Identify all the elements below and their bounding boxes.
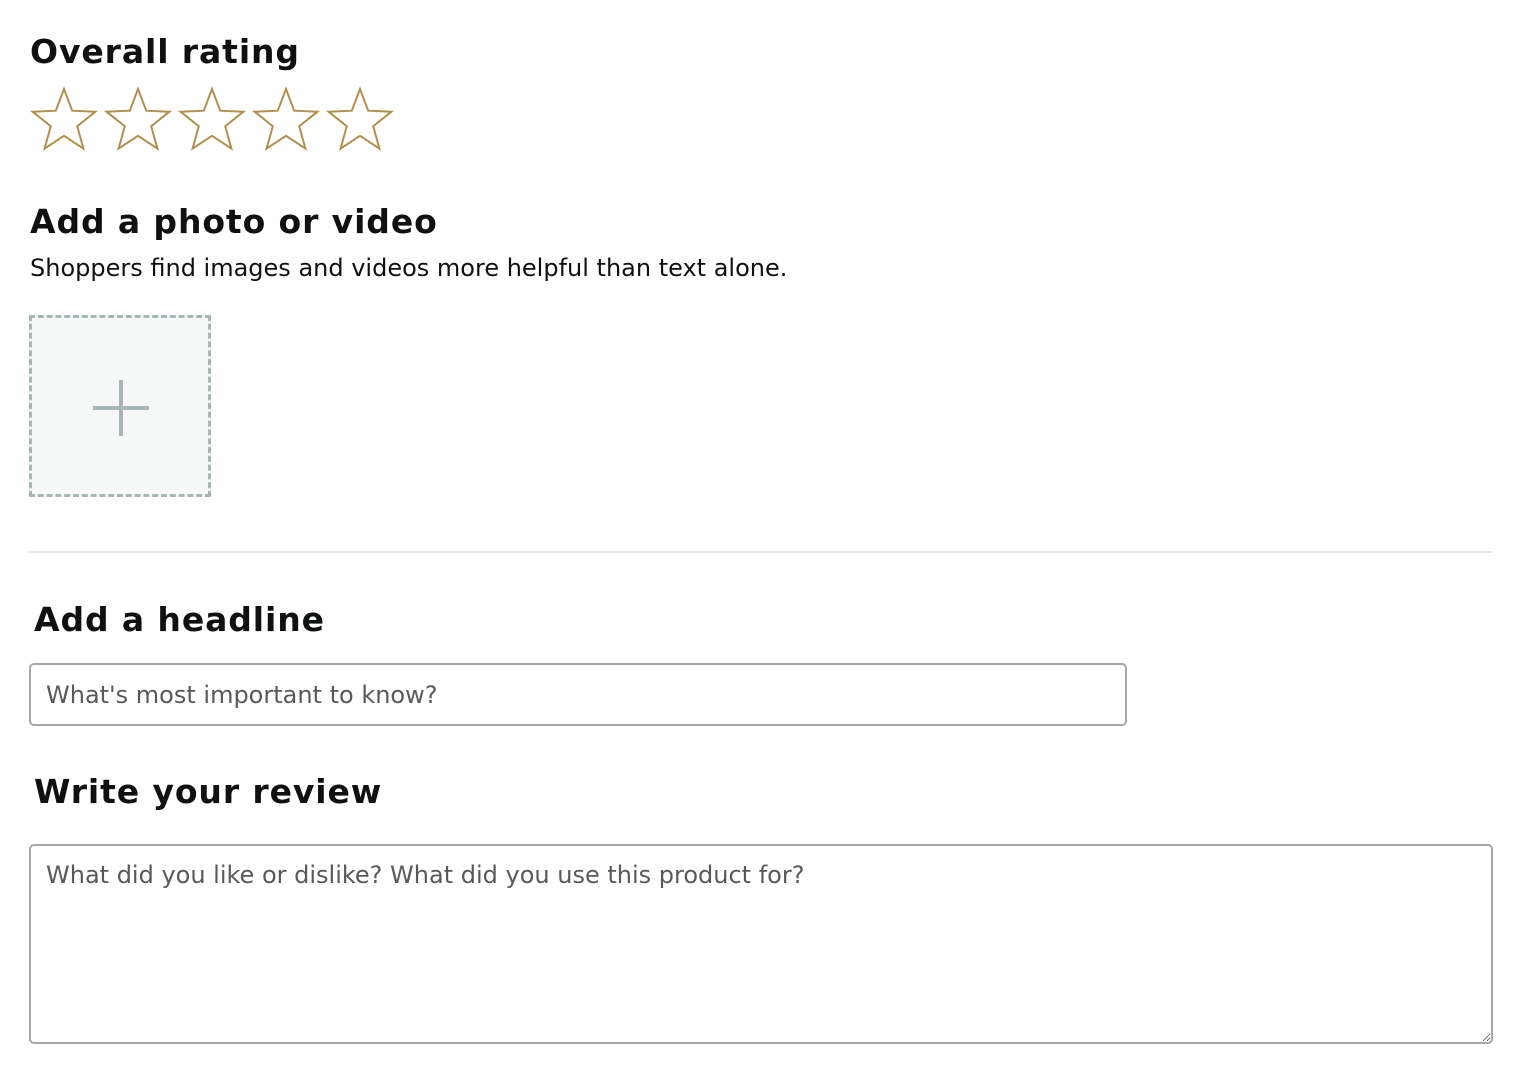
star-rating[interactable] [29,86,399,154]
section-divider [29,551,1493,553]
headline-heading: Add a headline [34,600,325,639]
add-photo-heading: Add a photo or video [30,202,438,241]
star-4-icon[interactable] [251,86,325,154]
review-heading: Write your review [34,772,383,811]
star-1-icon[interactable] [29,86,103,154]
review-textarea[interactable] [29,844,1493,1044]
star-5-icon[interactable] [325,86,399,154]
headline-input[interactable] [29,663,1127,726]
add-photo-description: Shoppers find images and videos more hel… [30,254,788,282]
star-3-icon[interactable] [177,86,251,154]
star-2-icon[interactable] [103,86,177,154]
plus-icon [93,380,149,436]
add-media-button[interactable] [29,315,211,497]
overall-rating-heading: Overall rating [30,32,300,71]
